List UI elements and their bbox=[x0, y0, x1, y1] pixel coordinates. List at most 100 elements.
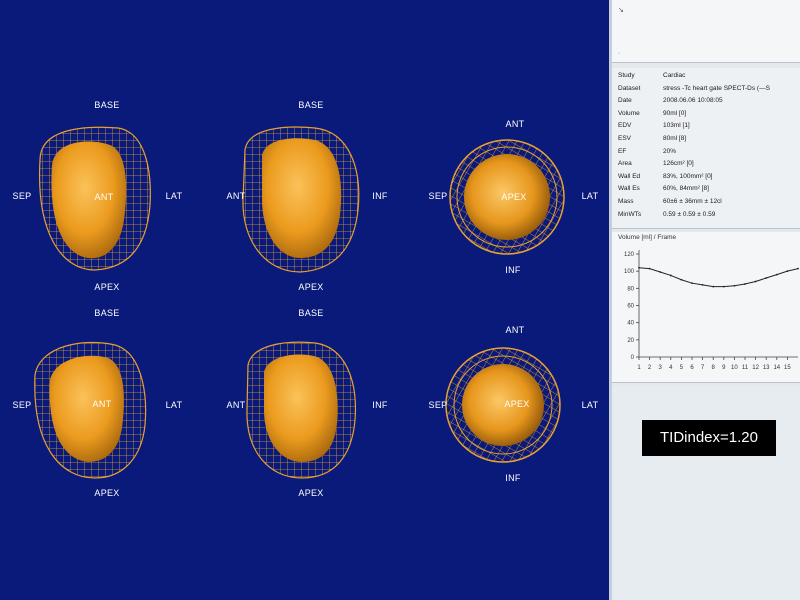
x-tick-label: 9 bbox=[722, 365, 726, 371]
label-apex: APEX bbox=[298, 282, 324, 292]
volume-point bbox=[691, 282, 693, 285]
x-tick-label: 8 bbox=[712, 365, 716, 371]
info-key: Wall Es bbox=[618, 185, 640, 193]
info-value: 80ml [8] bbox=[663, 135, 687, 142]
volume-point bbox=[680, 278, 683, 281]
info-row: Dataset stress -Tc heart gate SPECT-Ds (—… bbox=[612, 85, 800, 96]
info-row: ESV 80ml [8] bbox=[612, 135, 800, 146]
x-tick-label: 12 bbox=[752, 365, 759, 371]
tick-mark-icon: ↘ bbox=[618, 7, 624, 14]
label-inf: INF bbox=[372, 191, 388, 201]
x-tick-label: 2 bbox=[648, 365, 652, 371]
lower-panel: TIDindex=1.20 bbox=[612, 386, 800, 600]
info-row: MinWTs 0.59 ± 0.59 ± 0.59 bbox=[612, 211, 800, 222]
info-value: 60%, 84mm² [8] bbox=[663, 185, 709, 193]
label-ant: ANT bbox=[92, 399, 112, 409]
info-key: Mass bbox=[618, 198, 634, 205]
info-value: 0.59 ± 0.59 ± 0.59 bbox=[663, 210, 716, 218]
volume-point bbox=[786, 270, 789, 273]
tid-index-label: TIDindex=1.20 bbox=[642, 420, 776, 456]
info-key: Wall Ed bbox=[618, 172, 641, 180]
label-apex: APEX bbox=[501, 192, 527, 202]
info-row: EDV 103ml [1] bbox=[612, 122, 800, 133]
y-tick-label: 60 bbox=[627, 304, 634, 310]
volume-point bbox=[797, 267, 799, 270]
rendering-viewport[interactable]: BASE APEX SEP LAT ANT BASE APEX ANT INF … bbox=[0, 0, 609, 600]
x-tick-label: 15 bbox=[784, 365, 791, 371]
heart-bottom-left bbox=[34, 341, 147, 479]
study-info-table: Study Cardiac Dataset stress -Tc heart gate… bbox=[612, 68, 800, 229]
info-key: EF bbox=[618, 147, 627, 155]
info-row: Area 126cm² [0] bbox=[612, 160, 800, 171]
label-ant: ANT bbox=[505, 325, 525, 335]
top-text-area[interactable]: ↘ · bbox=[612, 0, 800, 63]
label-sep: SEP bbox=[428, 191, 448, 201]
info-row: Mass 60±6 ± 36mm ± 12cl bbox=[612, 198, 800, 209]
x-tick-label: 13 bbox=[763, 365, 770, 371]
label-ant: ANT bbox=[505, 119, 525, 129]
dot-icon: · bbox=[618, 50, 621, 57]
volume-series-line bbox=[638, 267, 799, 288]
x-tick-label: 10 bbox=[731, 365, 738, 371]
label-lat: LAT bbox=[165, 400, 183, 410]
volume-chart: Volume [ml] / Frame 0 20 40 60 80 100 120 1 2 3 4 5… bbox=[612, 232, 800, 383]
label-lat: LAT bbox=[165, 191, 183, 201]
y-tick-label: 40 bbox=[627, 321, 634, 327]
side-panel: ↘ · Study Cardiac Dataset stress -Tc heart … bbox=[612, 0, 800, 600]
x-tick-label: 7 bbox=[701, 365, 705, 371]
info-row: Study Cardiac bbox=[612, 72, 800, 83]
x-tick-label: 11 bbox=[742, 365, 749, 371]
info-row: Wall Es 60%, 84mm² [8] bbox=[612, 185, 800, 196]
y-tick-label: 20 bbox=[627, 338, 634, 344]
info-key: MinWTs bbox=[618, 210, 642, 218]
label-sep: SEP bbox=[12, 400, 32, 410]
volume-point bbox=[733, 284, 736, 287]
info-key: EDV bbox=[618, 122, 632, 130]
info-row: EF 20% bbox=[612, 148, 800, 159]
label-base: BASE bbox=[94, 100, 120, 110]
info-key: Volume bbox=[618, 109, 640, 117]
info-value: stress -Tc heart gate SPECT-Ds (—S bbox=[663, 84, 770, 92]
label-apex: APEX bbox=[94, 282, 120, 292]
info-key: Date bbox=[618, 97, 632, 105]
info-value: 20% bbox=[663, 147, 677, 155]
label-sep: SEP bbox=[12, 191, 32, 201]
info-key: Study bbox=[618, 72, 635, 79]
label-base: BASE bbox=[298, 308, 324, 318]
x-tick-label: 3 bbox=[659, 365, 663, 371]
volume-chart-plot: 0204060801001201 2 3 4 5 6 7 8 9 10 11 12 13 14 15 bbox=[624, 250, 799, 371]
y-tick-label: 120 bbox=[624, 252, 635, 258]
x-tick-label: 1 bbox=[637, 365, 641, 371]
x-tick-label: 5 bbox=[680, 365, 684, 371]
label-ant: ANT bbox=[226, 400, 246, 410]
y-tick-label: 0 bbox=[631, 355, 635, 361]
info-value: Cardiac bbox=[663, 72, 686, 79]
label-ant: ANT bbox=[94, 192, 114, 202]
volume-point bbox=[765, 277, 768, 279]
info-value: 2008.06.06 10:08:05 bbox=[663, 97, 723, 105]
label-inf: INF bbox=[505, 265, 521, 275]
info-value: 83%, 100mm² [0] bbox=[663, 172, 713, 180]
info-row: Date 2008.06.06 10:08:05 bbox=[612, 97, 800, 108]
x-tick-label: 6 bbox=[690, 365, 694, 371]
volume-point bbox=[638, 266, 640, 269]
label-apex: APEX bbox=[504, 399, 530, 409]
info-value: 103ml [1] bbox=[663, 122, 690, 130]
volume-point bbox=[722, 285, 725, 288]
info-key: Area bbox=[618, 160, 632, 168]
y-tick-label: 100 bbox=[624, 269, 635, 275]
x-tick-label: 4 bbox=[669, 365, 673, 371]
volume-point bbox=[744, 283, 746, 285]
label-apex: APEX bbox=[298, 488, 324, 498]
label-inf: INF bbox=[372, 400, 388, 410]
label-lat: LAT bbox=[581, 191, 599, 201]
heart-bottom-middle bbox=[246, 341, 357, 479]
info-row: Volume 90ml [0] bbox=[612, 110, 800, 121]
info-value: 90ml [0] bbox=[663, 109, 687, 117]
x-tick-label: 14 bbox=[773, 365, 780, 371]
volume-point bbox=[659, 271, 662, 273]
info-value: 126cm² [0] bbox=[663, 160, 694, 168]
volume-point bbox=[754, 280, 757, 283]
volume-point bbox=[712, 285, 715, 288]
info-row: Wall Ed 83%, 100mm² [0] bbox=[612, 173, 800, 184]
